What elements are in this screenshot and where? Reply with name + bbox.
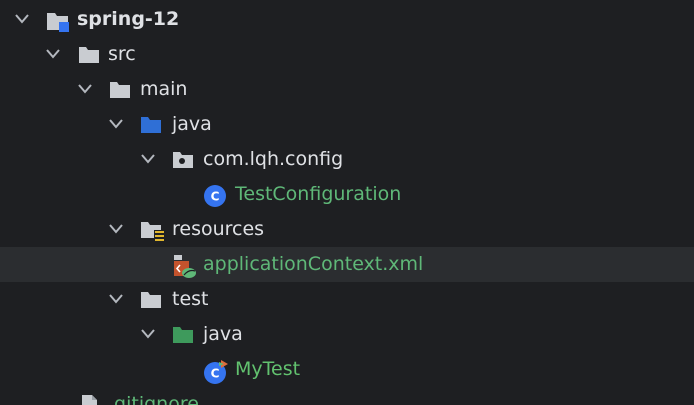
tree-item-test-configuration[interactable]: C TestConfiguration [0,177,694,212]
tree-item-label: src [108,43,136,65]
tree-item-label: java [172,113,212,135]
svg-text:C: C [211,190,220,204]
svg-text:C: C [211,367,220,381]
class-icon: C [203,184,226,207]
tree-item-label: MyTest [235,358,301,380]
tree-item-label: applicationContext.xml [203,253,424,275]
tree-item-label: test [172,288,209,310]
tree-item-src[interactable]: src [0,37,694,72]
test-class-icon: C [203,359,228,384]
tree-item-gitignore[interactable]: .gitignore [0,387,694,405]
chevron-down-icon[interactable] [45,47,61,61]
tree-item-test[interactable]: test [0,282,694,317]
tree-item-spring-12[interactable]: spring-12 [0,2,694,37]
tree-item-label: resources [172,218,265,240]
chevron-down-icon[interactable] [14,12,30,26]
chevron-down-icon[interactable] [140,152,156,166]
project-tree: spring-12 src main java com.lqh.config C… [0,0,694,405]
tree-item-label: spring-12 [77,8,180,30]
module-folder-icon [46,9,69,32]
tree-item-application-context[interactable]: applicationContext.xml [0,247,694,282]
source-root-folder-icon [140,114,162,136]
chevron-down-icon[interactable] [140,327,156,341]
tree-item-label: com.lqh.config [203,148,344,170]
tree-item-label: main [140,78,188,100]
spring-xml-icon [171,254,196,278]
resources-folder-icon [140,219,164,243]
folder-icon [78,44,100,66]
tree-item-package[interactable]: com.lqh.config [0,142,694,177]
file-icon [78,394,100,405]
tree-item-my-test[interactable]: C MyTest [0,352,694,387]
tree-item-label: TestConfiguration [235,183,402,205]
folder-icon [109,79,131,101]
test-root-folder-icon [172,324,194,346]
chevron-down-icon[interactable] [108,292,124,306]
folder-icon [140,289,162,311]
tree-item-label: .gitignore [108,393,199,405]
chevron-down-icon[interactable] [108,117,124,131]
chevron-down-icon[interactable] [77,82,93,96]
package-icon [172,149,194,171]
tree-item-java-source[interactable]: java [0,107,694,142]
chevron-down-icon[interactable] [108,222,124,236]
tree-item-label: java [203,323,243,345]
tree-item-java-test[interactable]: java [0,317,694,352]
tree-item-main[interactable]: main [0,72,694,107]
tree-item-resources[interactable]: resources [0,212,694,247]
